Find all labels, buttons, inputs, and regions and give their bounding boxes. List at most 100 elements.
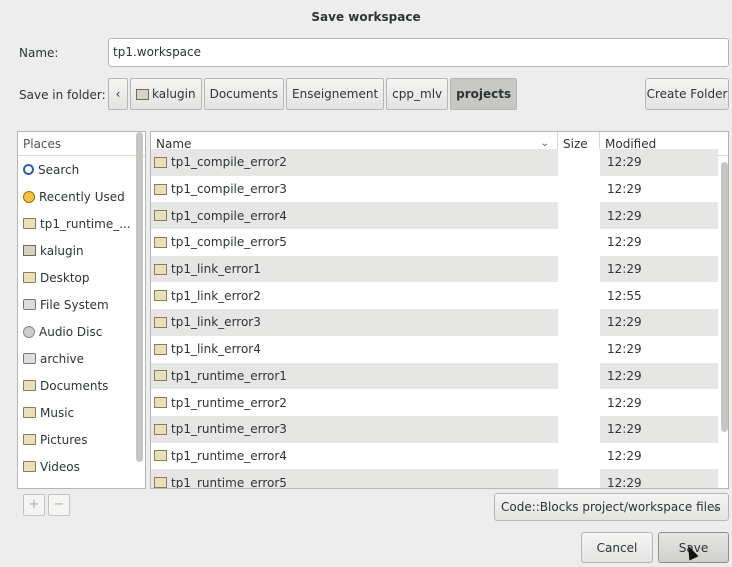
folder-icon — [23, 380, 36, 391]
file-row[interactable]: tp1_compile_error3 12:29 — [151, 175, 718, 203]
file-row[interactable]: tp1_compile_error5 12:29 — [151, 229, 718, 256]
folder-icon — [154, 450, 167, 462]
path-back-button[interactable]: ‹ — [108, 78, 128, 110]
place-search[interactable]: Search — [18, 156, 145, 183]
place-kalugin[interactable]: kalugin — [18, 237, 145, 264]
file-modified-cell: 12:29 — [607, 235, 642, 250]
folder-icon — [154, 477, 167, 488]
path-button-kalugin[interactable]: kalugin — [130, 78, 202, 110]
folder-icon — [154, 370, 167, 382]
places-header: Places — [18, 132, 145, 156]
file-name-cell: tp1_runtime_error2 — [151, 396, 558, 410]
path-button-cpp-mlv[interactable]: cpp_mlv — [386, 78, 449, 110]
folder-icon — [154, 290, 167, 302]
file-name-cell: tp1_link_error1 — [151, 262, 558, 276]
drive-icon — [23, 299, 36, 310]
place-pictures[interactable]: Pictures — [18, 426, 145, 453]
remove-bookmark-button[interactable]: − — [48, 494, 70, 516]
file-name-cell: tp1_link_error2 — [151, 289, 558, 303]
path-button-enseignement[interactable]: Enseignement — [286, 78, 385, 110]
place-documents[interactable]: Documents — [18, 372, 145, 399]
place-archive[interactable]: archive — [18, 345, 145, 372]
places-scrollbar[interactable] — [136, 132, 143, 462]
folder-icon — [23, 407, 36, 418]
file-size-cell — [558, 309, 600, 336]
places-panel: Places Search Recently Used tp1_runtime_… — [17, 131, 146, 489]
file-name-text: tp1_link_error3 — [171, 315, 261, 330]
place-file-system[interactable]: File System — [18, 291, 145, 318]
folder-icon — [154, 423, 167, 435]
file-size-cell — [558, 389, 600, 416]
drive-icon — [23, 353, 36, 364]
file-row[interactable]: tp1_link_error4 12:29 — [151, 335, 718, 363]
folder-icon — [23, 272, 36, 283]
file-name-cell: tp1_runtime_error3 — [151, 422, 558, 436]
file-name-text: tp1_compile_error5 — [171, 235, 287, 250]
place-tp1-runtime[interactable]: tp1_runtime_... — [18, 210, 145, 237]
folder-icon — [23, 461, 36, 472]
place-music[interactable]: Music — [18, 399, 145, 426]
folder-icon — [23, 434, 36, 445]
file-size-cell — [558, 229, 600, 256]
file-name-text: tp1_compile_error3 — [171, 182, 287, 197]
home-icon — [136, 88, 149, 100]
file-size-cell — [558, 442, 600, 470]
file-modified-cell: 12:29 — [607, 368, 642, 383]
file-size-cell — [558, 469, 600, 488]
home-icon — [23, 245, 36, 256]
file-modified-cell: 12:29 — [607, 315, 642, 330]
place-desktop[interactable]: Desktop — [18, 264, 145, 291]
file-row[interactable]: tp1_compile_error4 12:29 — [151, 202, 718, 230]
create-folder-button[interactable]: Create Folder — [645, 78, 729, 110]
cancel-button[interactable]: Cancel — [581, 532, 653, 563]
save-in-folder-label: Save in folder: — [19, 88, 106, 102]
file-type-filter[interactable]: Code::Blocks project/workspace files ⌄ — [494, 493, 729, 521]
file-size-cell — [558, 362, 600, 390]
file-modified-cell: 12:29 — [607, 342, 642, 357]
file-name-cell: tp1_compile_error3 — [151, 182, 558, 196]
file-name-cell: tp1_runtime_error4 — [151, 449, 558, 463]
place-recently-used[interactable]: Recently Used — [18, 183, 145, 210]
file-row[interactable]: tp1_link_error1 12:29 — [151, 255, 718, 283]
add-bookmark-button[interactable]: + — [23, 494, 45, 516]
name-label: Name: — [19, 46, 59, 60]
file-name-cell: tp1_compile_error4 — [151, 209, 558, 223]
file-modified-cell: 12:29 — [607, 395, 642, 410]
file-name-text: tp1_runtime_error3 — [171, 422, 287, 437]
file-row[interactable]: tp1_runtime_error2 12:29 — [151, 389, 718, 416]
path-button-documents[interactable]: Documents — [203, 78, 285, 110]
file-row[interactable]: tp1_runtime_error1 12:29 — [151, 362, 718, 390]
file-name-cell: tp1_compile_error5 — [151, 235, 558, 249]
file-row[interactable]: tp1_runtime_error5 12:29 — [151, 469, 718, 489]
place-audio-disc[interactable]: Audio Disc — [18, 318, 145, 345]
file-name-text: tp1_runtime_error5 — [171, 475, 287, 489]
window-title: Save workspace — [311, 10, 421, 24]
file-row[interactable]: tp1_runtime_error4 12:29 — [151, 442, 718, 470]
file-row[interactable]: tp1_link_error2 12:55 — [151, 282, 718, 310]
file-size-cell — [558, 335, 600, 363]
file-list-scrollbar[interactable] — [721, 162, 728, 432]
chevron-down-icon: ⌄ — [711, 501, 720, 513]
file-size-cell — [558, 149, 600, 176]
file-row[interactable]: tp1_runtime_error3 12:29 — [151, 415, 718, 443]
file-name-text: tp1_runtime_error1 — [171, 368, 287, 383]
file-modified-cell: 12:29 — [607, 208, 642, 223]
file-row[interactable]: tp1_link_error3 12:29 — [151, 309, 718, 336]
search-icon — [23, 164, 34, 175]
folder-icon — [154, 183, 167, 195]
file-name-text: tp1_runtime_error2 — [171, 395, 287, 410]
file-name-cell: tp1_runtime_error1 — [151, 369, 558, 383]
place-videos[interactable]: Videos — [18, 453, 145, 480]
file-name-cell: tp1_compile_error2 — [151, 155, 558, 169]
file-modified-cell: 12:55 — [607, 288, 642, 303]
path-button-projects[interactable]: projects — [450, 78, 518, 110]
file-row[interactable]: tp1_compile_error2 12:29 — [151, 149, 718, 176]
file-modified-cell: 12:29 — [607, 475, 642, 489]
file-rows: tp1_compile_error2 12:29 tp1_compile_error… — [151, 149, 718, 489]
name-input[interactable]: tp1.workspace — [108, 38, 729, 67]
folder-icon — [154, 263, 167, 275]
file-name-text: tp1_link_error1 — [171, 262, 261, 277]
file-size-cell — [558, 415, 600, 443]
folder-icon — [154, 210, 167, 222]
file-size-cell — [558, 255, 600, 283]
